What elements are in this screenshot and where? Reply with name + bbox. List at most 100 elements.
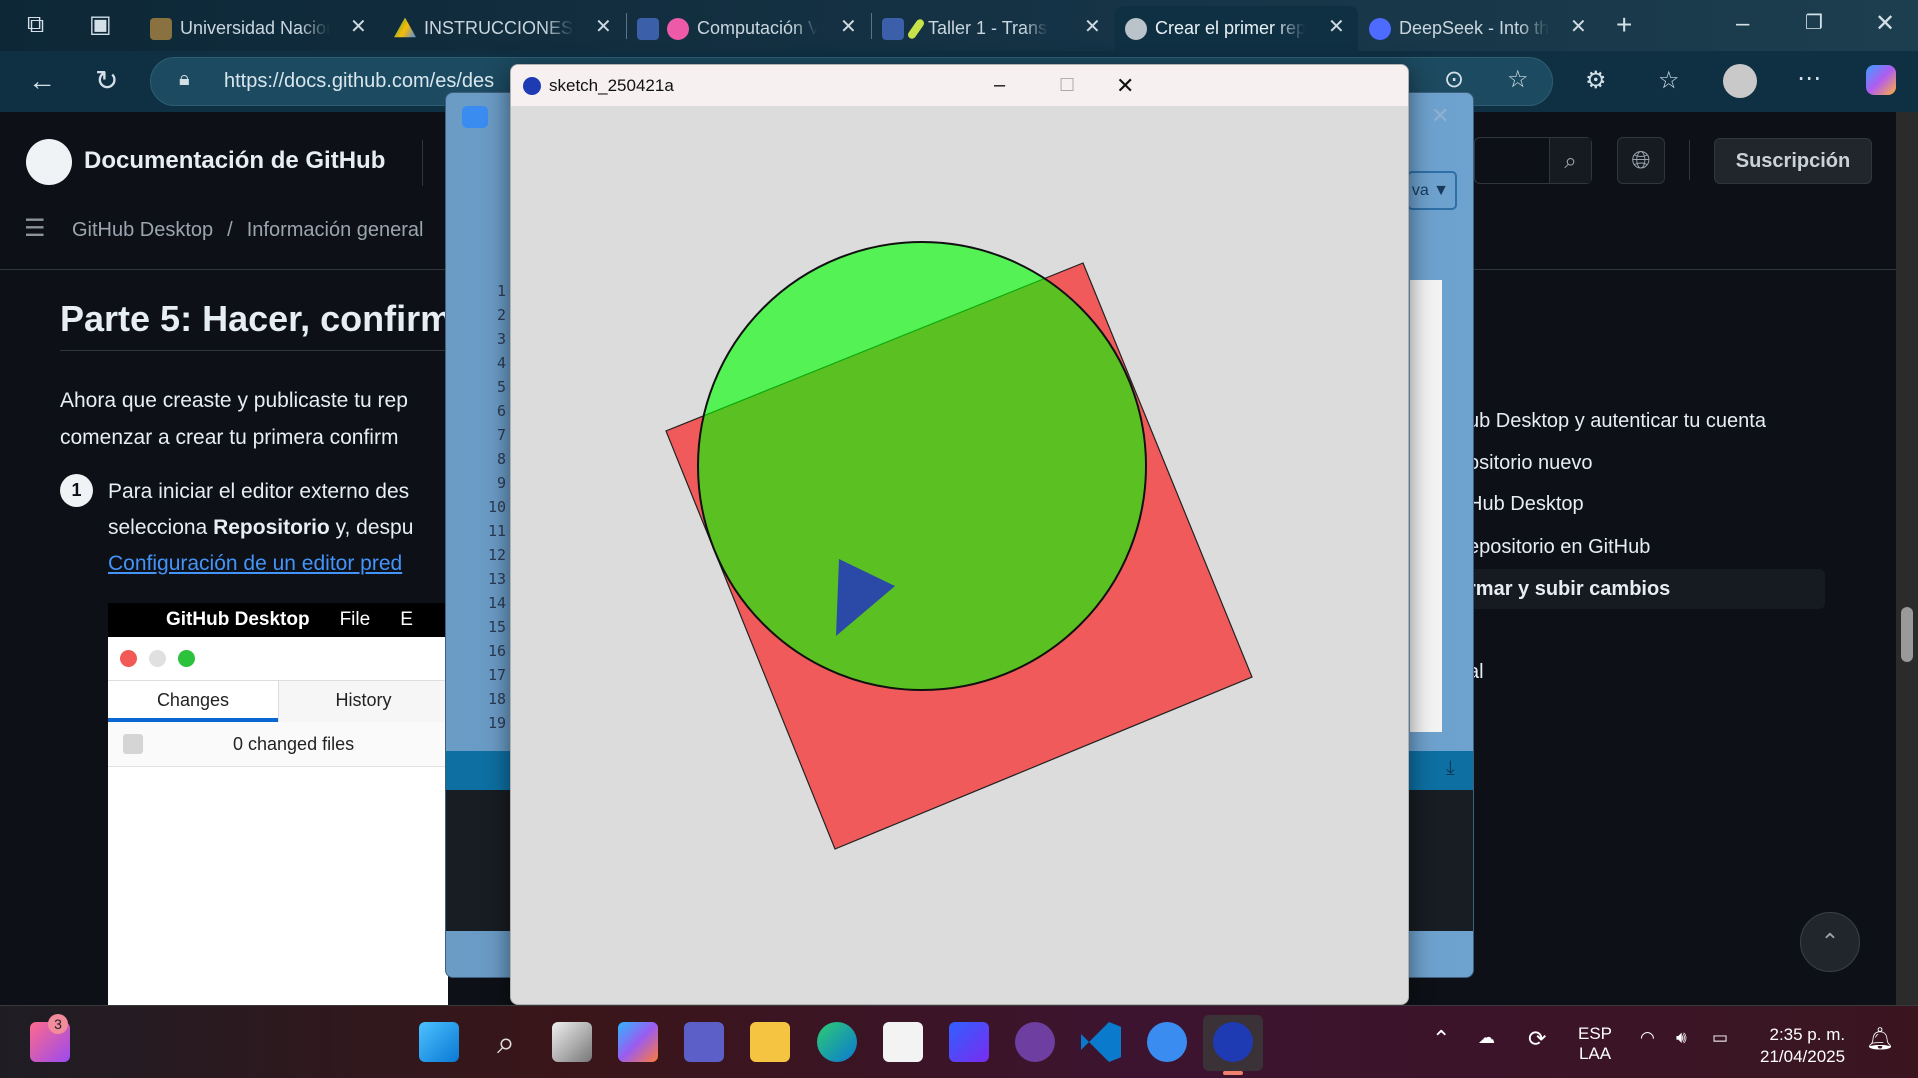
- tab-computacion[interactable]: Computación V: [637, 6, 817, 51]
- tab-close-icon[interactable]: ✕: [595, 14, 612, 39]
- brain-icon: [667, 17, 689, 40]
- breadcrumb-overview[interactable]: Información general: [247, 219, 424, 242]
- edge-icon[interactable]: [817, 1022, 857, 1062]
- tab-close-icon[interactable]: ✕: [1570, 14, 1587, 39]
- breadcrumb-sep: /: [227, 219, 233, 241]
- start-icon[interactable]: [419, 1022, 459, 1062]
- menu-icon[interactable]: ☰: [24, 214, 46, 243]
- intro-paragraph: Ahora que creaste y publicaste tu rep co…: [60, 382, 408, 456]
- copilot-icon[interactable]: [1866, 65, 1896, 95]
- toc-item[interactable]: epositorio en GitHub: [1468, 536, 1650, 559]
- editor-config-link[interactable]: Configuración de un editor pred: [108, 546, 413, 582]
- toc-item[interactable]: ub Desktop y autenticar tu cuenta: [1468, 410, 1766, 433]
- ide-close-icon[interactable]: ✕: [1431, 103, 1449, 129]
- editor-area[interactable]: [1410, 280, 1442, 732]
- new-tab-icon[interactable]: +: [1616, 11, 1632, 39]
- tab-actions-icon[interactable]: ▣: [89, 13, 112, 37]
- notifications-bell-icon[interactable]: 🔔︎: [1866, 1026, 1894, 1052]
- traffic-min-icon: [149, 650, 166, 667]
- toc-item[interactable]: Hub Desktop: [1468, 493, 1584, 516]
- date: 21/04/2025: [1760, 1047, 1846, 1066]
- line-number: 15: [487, 618, 506, 636]
- site-title[interactable]: Documentación de GitHub: [84, 147, 385, 175]
- onedrive-icon[interactable]: ☁: [1478, 1028, 1495, 1048]
- minimize-icon[interactable]: –: [1736, 12, 1749, 36]
- toc-item-active[interactable]: rmar y subir cambios: [1468, 578, 1670, 601]
- tab-universidad[interactable]: Universidad Nacion: [150, 6, 330, 51]
- deepseek-icon: [1369, 17, 1391, 40]
- close-icon[interactable]: ✕: [1875, 12, 1895, 36]
- github-icon: [1125, 17, 1147, 40]
- tab-instrucciones[interactable]: INSTRUCCIONES -: [394, 6, 574, 51]
- sketch-canvas[interactable]: [511, 106, 1409, 1005]
- img-tab-history: History: [277, 681, 448, 722]
- reading-icon[interactable]: ⊙: [1444, 68, 1464, 92]
- active-indicator: [1223, 1071, 1243, 1075]
- tab-close-icon[interactable]: ✕: [840, 14, 857, 39]
- line-number: 4: [496, 354, 506, 372]
- sketch-title-bar[interactable]: sketch_250421a – ☐ ✕: [511, 65, 1408, 106]
- line-number: 11: [487, 522, 506, 540]
- sketch-app-taskbar-icon[interactable]: [1213, 1022, 1253, 1062]
- img-tab-changes: Changes: [108, 681, 278, 722]
- vscode-icon[interactable]: [1081, 1022, 1121, 1062]
- favorites-icon[interactable]: ☆: [1658, 69, 1680, 93]
- back-icon[interactable]: ←: [28, 67, 56, 95]
- store-icon[interactable]: [883, 1022, 923, 1062]
- step-line: y, despu: [329, 516, 414, 539]
- language-indicator[interactable]: ESP LAA: [1578, 1024, 1612, 1064]
- page-heading: Parte 5: Hacer, confirma: [60, 298, 473, 339]
- github-desktop-icon[interactable]: [1015, 1022, 1055, 1062]
- tray-chevron-icon[interactable]: ⌃: [1432, 1026, 1450, 1052]
- tab-close-icon[interactable]: ✕: [1328, 14, 1345, 39]
- tab-crear-repo[interactable]: Crear el primer rep: [1115, 6, 1358, 51]
- subscribe-button[interactable]: Suscripción: [1714, 138, 1872, 184]
- github-logo-icon[interactable]: [26, 139, 72, 185]
- sketch-maximize-icon[interactable]: ☐: [1059, 75, 1075, 96]
- refresh-icon[interactable]: ↻: [95, 67, 118, 95]
- img-checkbox: [123, 734, 143, 754]
- mode-dropdown[interactable]: va ▼: [1407, 171, 1457, 210]
- page-scrollbar[interactable]: [1896, 112, 1918, 1005]
- img-menu-e: E: [400, 609, 413, 630]
- more-icon[interactable]: ⋯: [1797, 67, 1821, 91]
- search-icon[interactable]: ⌕: [486, 1022, 526, 1062]
- search-input[interactable]: ⌕: [1474, 137, 1592, 184]
- favorite-star-icon[interactable]: ☆: [1507, 68, 1529, 92]
- app-icon[interactable]: [949, 1022, 989, 1062]
- clock[interactable]: 2:35 p. m. 21/04/2025: [1760, 1024, 1845, 1068]
- volume-icon[interactable]: 🔊︎: [1676, 1028, 1687, 1048]
- console-scroll-icon[interactable]: ⤓: [1446, 757, 1455, 780]
- scroll-to-top-button[interactable]: ⌃: [1800, 912, 1860, 972]
- scrollbar-thumb[interactable]: [1901, 607, 1913, 662]
- step-1-text: Para iniciar el editor externo des selec…: [108, 474, 413, 582]
- copilot-icon[interactable]: [618, 1022, 658, 1062]
- teams-icon[interactable]: [684, 1022, 724, 1062]
- img-changed-files: 0 changed files: [233, 733, 355, 754]
- breadcrumb: GitHub Desktop / Información general: [72, 219, 424, 242]
- task-view-icon[interactable]: [552, 1022, 592, 1062]
- file-explorer-icon[interactable]: [750, 1022, 790, 1062]
- breadcrumb-desktop[interactable]: GitHub Desktop: [72, 219, 213, 242]
- tab-deepseek[interactable]: DeepSeek - Into th: [1369, 6, 1549, 51]
- language-globe-icon[interactable]: 🌐︎: [1617, 137, 1665, 184]
- processing-icon[interactable]: [1147, 1022, 1187, 1062]
- workspaces-icon[interactable]: ⧉: [27, 13, 44, 37]
- wifi-icon[interactable]: ◠: [1640, 1028, 1655, 1048]
- sketch-close-icon[interactable]: ✕: [1116, 73, 1134, 99]
- img-app-name: GitHub Desktop: [166, 609, 310, 630]
- line-number: 10: [487, 498, 506, 516]
- search-icon[interactable]: ⌕: [1549, 138, 1591, 183]
- battery-icon[interactable]: ▭: [1712, 1028, 1728, 1048]
- line-number: 1: [496, 282, 506, 300]
- google-drive-icon: [394, 17, 416, 38]
- extensions-icon[interactable]: ⚙︎: [1585, 69, 1607, 93]
- restore-icon[interactable]: ❐: [1805, 13, 1823, 33]
- tab-close-icon[interactable]: ✕: [1084, 14, 1101, 39]
- sync-icon[interactable]: ⟳: [1528, 1026, 1546, 1052]
- tab-close-icon[interactable]: ✕: [350, 14, 367, 39]
- profile-avatar[interactable]: [1723, 64, 1757, 98]
- sketch-minimize-icon[interactable]: –: [994, 74, 1005, 97]
- tab-taller[interactable]: Taller 1 - Transf: [882, 6, 1048, 51]
- toc-item[interactable]: ositorio nuevo: [1468, 452, 1593, 475]
